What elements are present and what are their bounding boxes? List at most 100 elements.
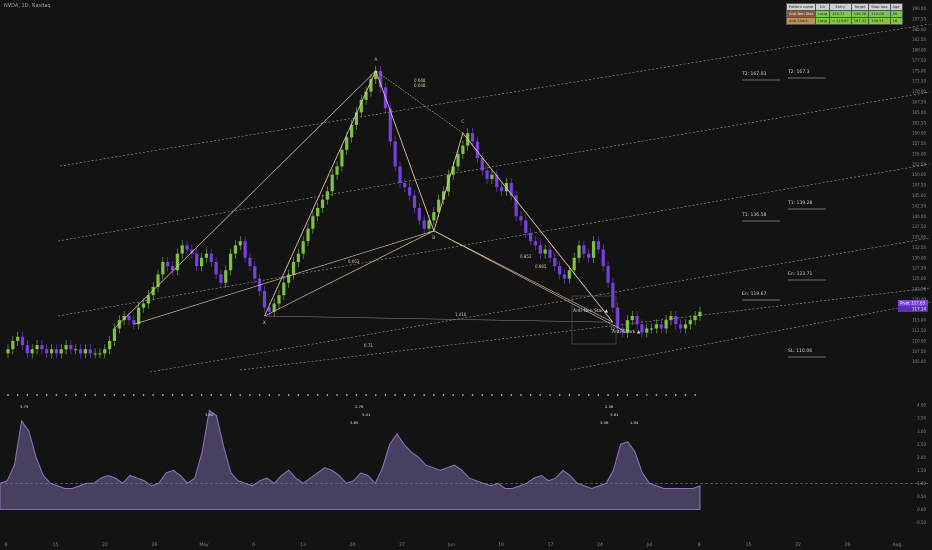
osc-y-tick-label: 3.00	[917, 429, 926, 434]
y-tick-label: 172.50	[912, 79, 926, 84]
signal-dot	[520, 394, 522, 396]
signal-dot	[268, 394, 271, 396]
channel-line	[239, 287, 931, 371]
candle-body	[74, 349, 78, 351]
signal-dot	[210, 394, 213, 396]
osc-peak-label: 3.75	[20, 404, 29, 409]
candle-body	[553, 257, 557, 267]
pattern-table-header-cell: Stop loss	[868, 3, 891, 11]
candle-body	[325, 191, 329, 200]
signal-dot	[626, 394, 629, 396]
osc-y-tick-label: 3.50	[917, 416, 926, 421]
candle-body	[20, 336, 25, 346]
candle-body	[161, 261, 165, 275]
signal-dot	[394, 394, 396, 396]
candle-body	[693, 315, 697, 321]
channel-line	[59, 23, 931, 167]
candle-body	[412, 195, 417, 208]
candle-body	[88, 349, 92, 354]
chart-svg[interactable]: 190.00 187.50 185.00 182.50 180.00 177.50 175.…	[0, 0, 932, 550]
y-tick-label: 152.50	[912, 162, 926, 167]
y-tick-label: 130.00	[912, 255, 926, 260]
candle-body	[64, 345, 68, 350]
pattern-name-label: Anti-Nen Star ▲	[573, 308, 609, 314]
signal-dot	[452, 394, 455, 396]
signal-dot	[539, 394, 542, 396]
pattern-table-header-cell: Entry	[828, 3, 852, 11]
signal-dot	[597, 394, 600, 396]
pattern-name-cell: Anti-Shark	[785, 17, 817, 25]
ratio-label: 0.648	[414, 83, 426, 88]
candle-body	[83, 349, 88, 354]
y-tick-label: 112.50	[912, 328, 926, 333]
candle-body	[340, 149, 344, 167]
osc-peak-label: 3.00	[205, 412, 214, 417]
signal-dot	[500, 394, 503, 396]
pattern-table-header-cell: Target	[850, 3, 870, 11]
ratio-label: 0.653	[348, 259, 360, 264]
signal-dot	[36, 394, 38, 396]
signal-dot	[45, 394, 48, 396]
signal-dot	[142, 394, 145, 396]
candle-body	[698, 311, 702, 316]
signal-dot	[336, 394, 338, 396]
osc-y-tick-label: 2.00	[917, 455, 926, 460]
ratio-label: 0.885	[535, 264, 547, 269]
signal-dot	[510, 394, 513, 396]
signal-dot	[297, 394, 300, 396]
signal-dot	[607, 394, 609, 396]
pattern-table-header-cell: Age	[889, 3, 903, 11]
candle-body	[137, 307, 141, 325]
candle-body	[199, 257, 204, 267]
signal-dot	[558, 394, 561, 396]
signal-dot	[133, 394, 135, 396]
pattern-table-header-cell: Pattern name	[785, 3, 817, 11]
candle-body	[664, 320, 668, 329]
candle-body	[577, 245, 581, 258]
x-tick-label: 8	[698, 542, 701, 548]
signal-dot	[171, 394, 174, 396]
channel-line	[57, 91, 931, 242]
candle-body	[141, 303, 146, 308]
level-label: SL: 110.06	[788, 348, 812, 354]
x-tick-label: 8	[5, 542, 8, 548]
pattern-target-cell: 167.31	[850, 17, 870, 25]
signal-dot	[191, 394, 193, 396]
pattern-age-cell: 39	[889, 10, 903, 18]
candle-body	[311, 216, 315, 229]
candle-body	[233, 245, 238, 254]
candle-body	[654, 324, 659, 329]
candle-body	[40, 345, 44, 350]
candle-body	[562, 274, 567, 279]
candle-body	[185, 245, 189, 250]
y-tick-label: 125.00	[912, 276, 926, 281]
y-tick-label: 162.50	[912, 120, 926, 125]
y-tick-label: 160.00	[912, 131, 926, 136]
oscillator-area	[0, 409, 701, 510]
candle-body	[674, 315, 678, 325]
level-label: T1: 136.58	[741, 212, 766, 218]
candle-body	[650, 328, 654, 330]
signal-dot	[200, 394, 203, 396]
y-tick-label: 185.00	[912, 27, 926, 32]
candle-body	[238, 241, 242, 246]
candle-body	[291, 261, 296, 275]
channel-line	[149, 237, 931, 373]
candle-body	[35, 345, 39, 350]
level-label: En: 119.67	[742, 291, 767, 297]
candle-body	[582, 245, 586, 254]
candle-body	[6, 349, 10, 354]
pattern-point-label: A	[374, 57, 378, 63]
signal-dot	[694, 394, 696, 396]
pattern-point-label: X	[263, 320, 266, 326]
x-tick-label: 15	[53, 542, 59, 548]
osc-peak-label: 2.76	[355, 404, 364, 409]
signal-dot	[645, 394, 648, 396]
signal-dot	[162, 394, 164, 396]
y-tick-label: 182.50	[912, 37, 926, 42]
y-tick-label: 115.00	[912, 318, 926, 323]
candle-body	[548, 249, 552, 258]
signal-dot	[384, 394, 387, 396]
x-tick-label: 15	[746, 542, 752, 548]
candle-body	[645, 328, 649, 333]
